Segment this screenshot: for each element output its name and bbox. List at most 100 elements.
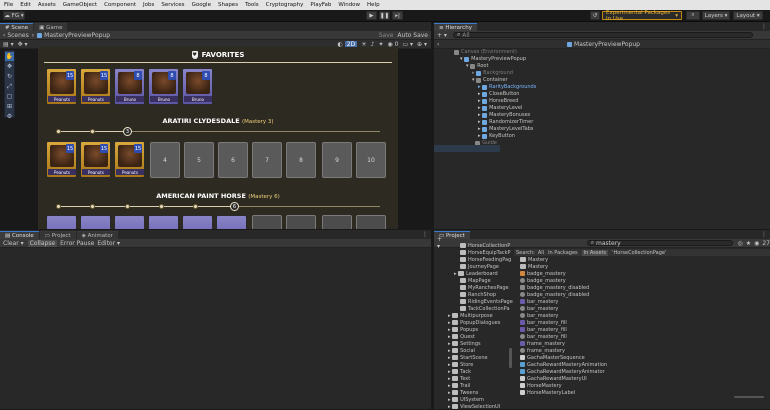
star-icon[interactable]: ★ xyxy=(746,240,751,247)
scope-folder[interactable]: 'HorseCollectionPage' xyxy=(612,250,666,256)
folder-item[interactable]: ▸ PopupDialogues xyxy=(448,319,500,326)
add-icon[interactable]: + ▾ xyxy=(437,32,447,39)
folder-item[interactable]: ▸ Multipurpose xyxy=(448,312,493,319)
breed-card[interactable] xyxy=(216,215,247,229)
asset-item[interactable]: Mastery xyxy=(520,263,548,270)
pause-button[interactable]: ❚❚ xyxy=(379,11,390,20)
folder-item[interactable]: HorseFeedingPag xyxy=(460,256,511,263)
folder-item[interactable]: TackCollectionPa xyxy=(460,305,510,312)
folder-item[interactable]: ▸ Tweens xyxy=(448,389,478,396)
menu-file[interactable]: File xyxy=(4,2,13,8)
menu-jobs[interactable]: Jobs xyxy=(143,2,154,8)
scenes-link[interactable]: Scenes xyxy=(7,32,28,39)
collapse-toggle[interactable]: Collapse xyxy=(27,239,58,247)
folder-item[interactable]: HorseCollectionP xyxy=(460,242,510,249)
move-tool-icon[interactable]: ✥ xyxy=(5,62,14,71)
folder-item[interactable]: RidingEventsPage xyxy=(460,298,513,305)
icon-size-slider[interactable] xyxy=(734,396,764,398)
asset-item[interactable]: badge_mastery xyxy=(520,277,566,284)
folder-item[interactable]: ▸ Leaderboard xyxy=(454,270,498,277)
step-button[interactable]: ▸| xyxy=(392,11,403,20)
folder-item[interactable]: ▸ Social xyxy=(448,347,475,354)
save-button[interactable]: Save xyxy=(379,32,394,39)
asset-item[interactable]: badge_mastery xyxy=(520,270,566,277)
asset-item[interactable]: badge_mastery_disabled xyxy=(520,291,589,298)
breed-card[interactable] xyxy=(80,215,111,229)
folder-item[interactable]: ▸ Trail xyxy=(448,382,470,389)
asset-item[interactable]: badge_mastery_disabled xyxy=(520,284,589,291)
folder-item[interactable]: ▸ Store xyxy=(448,361,473,368)
menu-component[interactable]: Component xyxy=(104,2,136,8)
asset-item[interactable]: bar_mastery_fill xyxy=(520,319,567,326)
asset-item[interactable]: HorseMasteryLabel xyxy=(520,389,575,396)
hierarchy-search-input[interactable]: ⌕ All xyxy=(452,31,753,39)
layers-dropdown[interactable]: Layers ▾ xyxy=(702,11,730,20)
filter-icon[interactable]: ◎ xyxy=(737,240,742,247)
folder-item[interactable]: HorseEquipTackP xyxy=(460,249,511,256)
menu-window[interactable]: Window xyxy=(338,2,360,8)
asset-item[interactable]: frame_mastery xyxy=(520,347,565,354)
scope-all[interactable]: All xyxy=(538,250,544,256)
folder-item[interactable]: ▸ UISystem xyxy=(448,396,484,403)
asset-item[interactable]: GachaRewardMasteryAnimator xyxy=(520,368,605,375)
folder-item[interactable]: ▸ Popups xyxy=(448,326,478,333)
breed-card[interactable]: 15 Peanuts xyxy=(46,141,77,178)
menu-google[interactable]: Google xyxy=(192,2,211,8)
play-button[interactable]: ▶ xyxy=(366,11,377,20)
editor-dropdown[interactable]: Editor ▾ xyxy=(97,240,120,247)
gizmos-icon[interactable]: ⊕ ▾ xyxy=(417,41,427,48)
asset-item[interactable]: bar_mastery xyxy=(520,312,558,319)
custom-tool-icon[interactable]: ⚙ xyxy=(5,112,14,121)
asset-item[interactable]: bar_mastery xyxy=(520,305,558,312)
favorite-card[interactable]: 15 Peanuts xyxy=(46,68,77,105)
transform-tool-icon[interactable]: ⊞ xyxy=(5,102,14,111)
menu-gameobject[interactable]: GameObject xyxy=(63,2,97,8)
breed-card[interactable]: 15 Peanuts xyxy=(114,141,145,178)
asset-item[interactable]: bar_mastery_fill xyxy=(520,333,567,340)
add-icon[interactable]: + ▾ xyxy=(437,236,447,250)
tab-scene[interactable]: # Scene xyxy=(0,23,34,31)
panel-menu-icon[interactable]: ⋮ xyxy=(422,231,428,238)
breed-card[interactable] xyxy=(46,215,77,229)
menu-cryptography[interactable]: Cryptography xyxy=(266,2,304,8)
panel-menu-icon[interactable]: ⋮ xyxy=(761,231,767,238)
favorite-card[interactable]: 15 Peanuts xyxy=(80,68,111,105)
camera-icon[interactable]: ▭ ▾ xyxy=(402,41,413,48)
project-search-input[interactable]: ⌕ mastery xyxy=(586,239,734,247)
folder-item[interactable]: JourneyPage xyxy=(460,263,499,270)
asset-item[interactable]: bar_mastery_fill xyxy=(520,326,567,333)
draw-mode-icon[interactable]: ▤ ▾ xyxy=(3,41,14,48)
breed-card[interactable] xyxy=(182,215,213,229)
tab-game[interactable]: ▣ Game xyxy=(34,23,68,31)
experimental-packages-badge[interactable]: Experimental Packages In Use ▾ xyxy=(602,10,682,22)
favorite-card[interactable]: 8 Bruno xyxy=(114,68,145,105)
folder-scrollbar[interactable] xyxy=(509,348,512,368)
tab-animator[interactable]: ◈ Animator xyxy=(76,231,118,239)
rotate-tool-icon[interactable]: ↻ xyxy=(5,72,14,81)
tab-console[interactable]: ▤ Console xyxy=(0,231,39,239)
folder-item[interactable]: MyRanchesPage xyxy=(460,284,509,291)
menu-playfab[interactable]: PlayFab xyxy=(310,2,331,8)
panel-menu-icon[interactable]: ⋮ xyxy=(761,23,767,30)
folder-item[interactable]: ▸ Settings xyxy=(448,340,481,347)
menu-help[interactable]: Help xyxy=(367,2,380,8)
search-button[interactable]: ⌕ xyxy=(686,11,700,20)
folder-item[interactable]: ▸ Tack xyxy=(448,368,471,375)
folder-item[interactable]: MapPage xyxy=(460,277,491,284)
menu-services[interactable]: Services xyxy=(161,2,184,8)
favorite-card[interactable]: 8 Bruno xyxy=(148,68,179,105)
asset-item[interactable]: GachaRewardMasteryAnimation xyxy=(520,361,607,368)
error-pause-toggle[interactable]: Error Pause xyxy=(60,240,94,247)
menu-shapes[interactable]: Shapes xyxy=(218,2,238,8)
asset-item[interactable]: GachaMasterSequence xyxy=(520,354,585,361)
breed-card[interactable] xyxy=(148,215,179,229)
asset-item[interactable]: frame_mastery xyxy=(520,340,565,347)
visibility-icon[interactable]: ◉ xyxy=(754,240,759,247)
scale-tool-icon[interactable]: ⤢ xyxy=(5,82,14,91)
gizmo-tools-icon[interactable]: ✥ ▾ xyxy=(18,41,28,48)
asset-item[interactable]: HorseMastery xyxy=(520,382,562,389)
menu-edit[interactable]: Edit xyxy=(20,2,31,8)
breed-card[interactable] xyxy=(114,215,145,229)
folder-item[interactable]: RanchShop xyxy=(460,291,496,298)
tab-project[interactable]: ▭ Project xyxy=(39,231,76,239)
